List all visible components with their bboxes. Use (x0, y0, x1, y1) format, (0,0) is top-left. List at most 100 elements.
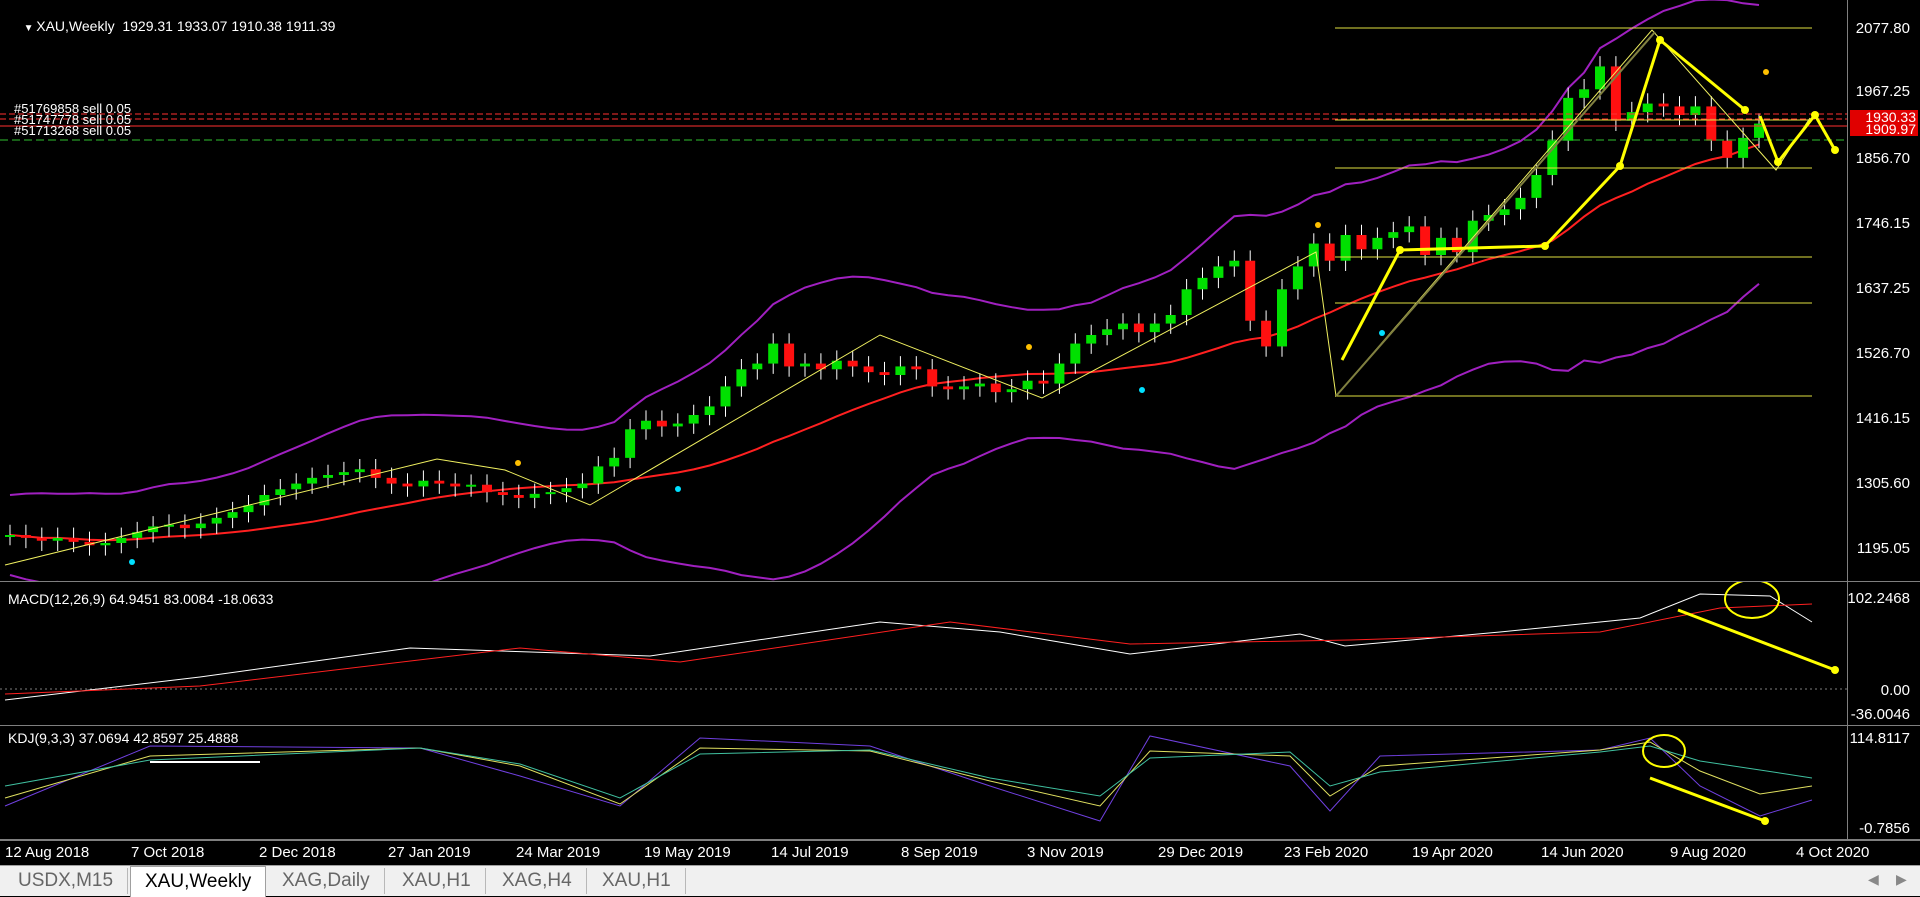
macd-histogram-bar (1408, 667, 1411, 689)
signal-dot (675, 486, 681, 492)
macd-histogram-bar (915, 689, 918, 694)
scroll-left-icon[interactable]: ◀ (1868, 871, 1879, 888)
time-tick: 7 Oct 2018 (131, 844, 204, 861)
candle-body (721, 386, 731, 406)
arrow-head-icon (1831, 146, 1839, 154)
macd-histogram-bar (533, 682, 536, 689)
candle-body (657, 421, 667, 427)
candle-body (5, 535, 15, 537)
arrow-head-icon (1761, 817, 1769, 825)
candle-body (355, 469, 365, 472)
price-axis[interactable]: 2077.80 1967.25 1856.70 1746.15 1637.25 … (1847, 0, 1920, 581)
trend-arrow (1620, 40, 1660, 166)
candle-body (1023, 381, 1033, 390)
macd-axis[interactable]: 102.2468 0.00 -36.0046 (1847, 582, 1920, 725)
highlight-circle (1725, 582, 1779, 618)
macd-histogram-bar (947, 689, 950, 693)
macd-histogram-bar (1646, 675, 1649, 689)
macd-histogram-bar (374, 676, 377, 689)
macd-histogram-bar (1487, 668, 1490, 689)
time-axis[interactable]: 12 Aug 2018 7 Oct 2018 2 Dec 2018 27 Jan… (0, 840, 1920, 865)
order-label-3[interactable]: #51713268 sell 0.05 (14, 123, 131, 138)
macd-histogram-bar (1726, 689, 1729, 704)
macd-histogram-bar (1519, 669, 1522, 689)
collapse-triangle-icon[interactable]: ▼ (24, 23, 37, 34)
macd-histogram-bar (199, 676, 202, 689)
candle-body (768, 344, 778, 364)
time-tick: 4 Oct 2020 (1796, 844, 1869, 861)
arrow-head-icon (1741, 106, 1749, 114)
signal-dot (1379, 330, 1385, 336)
symbol-label: XAU,Weekly (36, 18, 114, 34)
macd-histogram-bar (1233, 689, 1236, 712)
macd-histogram-bar (1583, 672, 1586, 689)
kdj-axis[interactable]: 114.8117 -0.7856 (1847, 726, 1920, 839)
signal-dot (1315, 222, 1321, 228)
tab-usdx-m15[interactable]: USDX,M15 (4, 868, 128, 894)
time-tick: 8 Sep 2019 (901, 844, 978, 861)
macd-histogram-bar (1042, 686, 1045, 689)
candle-body (1134, 324, 1144, 333)
macd-histogram-bar (1328, 667, 1331, 689)
main-chart-pane[interactable]: ▼ XAU,Weekly 1929.31 1933.07 1910.38 191… (0, 0, 1920, 582)
macd-chart[interactable] (0, 582, 1848, 725)
signal-dot (1139, 387, 1145, 393)
trend-line-diagonal (1336, 32, 1655, 396)
candle-body (625, 429, 635, 458)
macd-histogram-bar (215, 676, 218, 689)
tab-xag-daily[interactable]: XAG,Daily (268, 868, 385, 894)
tab-xau-h1[interactable]: XAU,H1 (388, 868, 486, 894)
price-tick: 1637.25 (1856, 280, 1910, 297)
kdj-pane[interactable]: KDJ(9,3,3) 37.0694 42.8597 25.4888 114.8… (0, 726, 1920, 840)
candle-body (1198, 278, 1208, 289)
candle-body (1007, 389, 1017, 392)
candle-body (418, 481, 428, 487)
candle-body (339, 472, 349, 475)
macd-histogram-bar (470, 679, 473, 689)
candle-body (1277, 289, 1287, 346)
scroll-right-icon[interactable]: ▶ (1896, 871, 1907, 888)
macd-line (5, 594, 1812, 700)
macd-histogram-bar (1535, 670, 1538, 689)
time-tick: 2 Dec 2018 (259, 844, 336, 861)
candle-body (1325, 244, 1335, 261)
macd-histogram-bar (1630, 674, 1633, 689)
candle-body (1706, 106, 1716, 140)
price-tick: 1416.15 (1856, 410, 1910, 427)
candle-body (562, 488, 572, 492)
tab-xau-h1-2[interactable]: XAU,H1 (588, 868, 686, 894)
macd-histogram-bar (1201, 671, 1204, 689)
candle-body (53, 538, 63, 541)
candle-body (1738, 138, 1748, 158)
macd-histogram-bar (1440, 667, 1443, 689)
macd-histogram-bar (597, 685, 600, 689)
price-tick: 1195.05 (1857, 540, 1910, 557)
bollinger-lower-line (10, 284, 1759, 581)
signal-dot (1026, 344, 1032, 350)
candle-body (1102, 329, 1112, 335)
macd-histogram-bar (1169, 672, 1172, 689)
macd-histogram-bar (867, 689, 870, 691)
macd-histogram-bar (517, 681, 520, 689)
candle-body (816, 364, 826, 370)
macd-tick: -36.0046 (1851, 706, 1910, 723)
candle-body (577, 484, 587, 489)
tab-xag-h4[interactable]: XAG,H4 (488, 868, 587, 894)
candle-body (1229, 261, 1239, 267)
macd-histogram-bar (931, 689, 934, 694)
tab-xau-weekly[interactable]: XAU,Weekly (130, 866, 266, 897)
candle-body (1166, 315, 1176, 324)
macd-histogram-bar (1010, 689, 1013, 695)
candle-body (1182, 289, 1192, 315)
macd-histogram-bar (358, 676, 361, 689)
macd-histogram-bar (1344, 667, 1347, 689)
kdj-chart[interactable] (0, 726, 1848, 839)
candle-body (752, 364, 762, 370)
price-chart[interactable] (0, 0, 1848, 581)
candle-body (514, 495, 524, 498)
kdj-label: KDJ(9,3,3) 37.0694 42.8597 25.4888 (8, 730, 238, 746)
macd-pane[interactable]: MACD(12,26,9) 64.9451 83.0084 -18.0633 1… (0, 582, 1920, 726)
macd-histogram-bar (1599, 672, 1602, 689)
macd-tick: 102.2468 (1847, 590, 1910, 607)
signal-dot (1763, 69, 1769, 75)
